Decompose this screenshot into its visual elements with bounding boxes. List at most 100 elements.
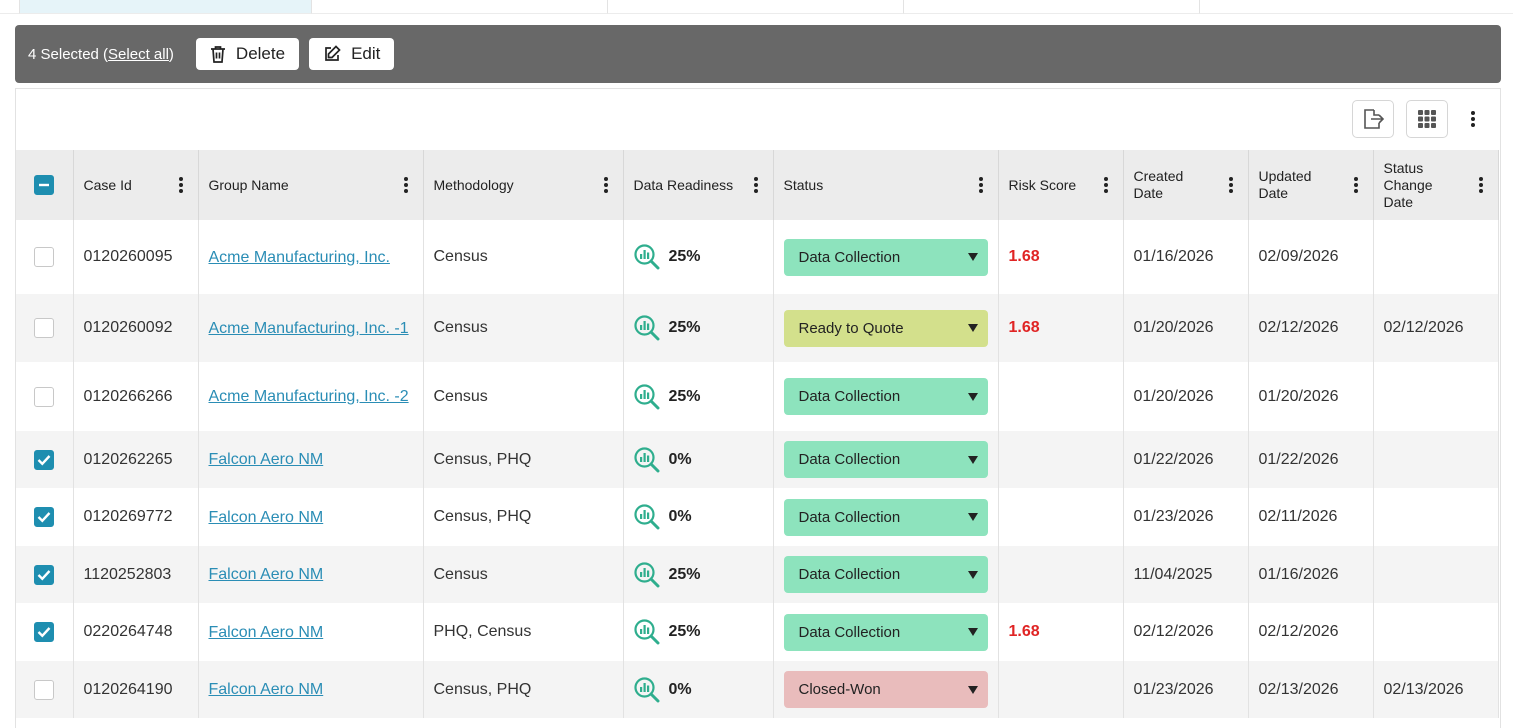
status-dropdown[interactable]: Data Collection	[783, 556, 988, 593]
tab[interactable]	[608, 0, 904, 14]
table-row[interactable]: 0120266266 Acme Manufacturing, Inc. -2 Cen…	[16, 362, 1499, 431]
column-menu-icon[interactable]	[1224, 176, 1238, 194]
status-dropdown[interactable]: Data Collection	[783, 441, 988, 478]
row-checkbox[interactable]	[34, 564, 55, 585]
status-cell: Closed-Won	[773, 661, 999, 718]
methodology: Census	[423, 220, 624, 294]
columns-button[interactable]	[1406, 100, 1448, 138]
readiness-search-icon	[633, 619, 659, 645]
status-dropdown[interactable]: Data Collection	[783, 238, 988, 276]
column-header-data-readiness[interactable]: Data Readiness	[623, 150, 774, 220]
risk-score	[998, 661, 1124, 718]
row-checkbox[interactable]	[34, 622, 55, 642]
select-all-link[interactable]: Select all	[108, 46, 169, 63]
column-header-status-change-date[interactable]: Status Change Date	[1373, 150, 1499, 220]
risk-score: 1.68	[998, 220, 1124, 294]
table-row[interactable]: 0120262265 Falcon Aero NM Census, PHQ 0% Dat…	[16, 431, 1499, 488]
created-date: 11/04/2025	[1123, 546, 1249, 603]
caret-down-icon	[967, 628, 978, 636]
group-name-link[interactable]: Falcon Aero NM	[209, 451, 324, 468]
readiness-search-icon	[633, 244, 659, 270]
risk-score-value: 1.68	[1008, 248, 1040, 265]
status-value: Data Collection	[798, 623, 901, 641]
column-header-case-id[interactable]: Case Id	[73, 150, 199, 220]
delete-button[interactable]: Delete	[195, 38, 300, 70]
case-id: 0120260092	[73, 294, 199, 362]
readiness-search-icon	[633, 676, 659, 702]
group-name-link[interactable]: Falcon Aero NM	[209, 681, 324, 698]
row-select-cell	[16, 294, 74, 362]
column-menu-icon[interactable]	[399, 176, 413, 194]
row-checkbox[interactable]	[34, 318, 55, 338]
select-all-checkbox[interactable]	[34, 175, 55, 195]
status-value: Data Collection	[798, 566, 901, 583]
export-button[interactable]	[1352, 100, 1394, 138]
updated-date: 01/22/2026	[1248, 431, 1374, 488]
updated-date: 02/13/2026	[1248, 661, 1374, 718]
row-checkbox[interactable]	[34, 247, 55, 267]
table-row[interactable]: 0120260095 Acme Manufacturing, Inc. Census…	[16, 220, 1499, 294]
column-menu-icon[interactable]	[1349, 176, 1363, 194]
edit-button[interactable]: Edit	[309, 38, 395, 70]
column-menu-icon[interactable]	[1474, 176, 1488, 194]
data-readiness-cell: 25%	[623, 603, 774, 661]
column-menu-icon[interactable]	[599, 176, 613, 194]
column-header-updated-date[interactable]: Updated Date	[1248, 150, 1374, 220]
column-header-group-name[interactable]: Group Name	[198, 150, 424, 220]
caret-down-icon	[967, 253, 978, 261]
status-dropdown[interactable]: Data Collection	[783, 498, 988, 536]
group-name-link[interactable]: Falcon Aero NM	[209, 566, 324, 583]
group-name-link[interactable]: Acme Manufacturing, Inc.	[209, 249, 390, 266]
methodology: Census, PHQ	[423, 661, 624, 718]
status-change-date: 02/12/2026	[1373, 294, 1499, 362]
group-name-link[interactable]: Falcon Aero NM	[209, 509, 324, 526]
row-checkbox[interactable]	[34, 449, 55, 470]
group-name-cell: Falcon Aero NM	[198, 488, 424, 546]
row-select-cell	[16, 220, 74, 294]
tab[interactable]	[312, 0, 608, 14]
table-row[interactable]: 1120252803 Falcon Aero NM Census 25% Data Co…	[16, 546, 1499, 603]
group-name-link[interactable]: Falcon Aero NM	[209, 624, 324, 641]
tab[interactable]	[904, 0, 1200, 14]
readiness-search-icon	[633, 383, 659, 409]
data-readiness-cell: 0%	[623, 488, 774, 546]
edit-icon	[325, 45, 341, 61]
row-checkbox[interactable]	[34, 507, 55, 527]
table-row[interactable]: 0220264748 Falcon Aero NM PHQ, Census 25% Da…	[16, 603, 1499, 661]
row-checkbox[interactable]	[34, 679, 55, 700]
row-select-cell	[16, 603, 74, 661]
more-options-button[interactable]	[1462, 100, 1484, 138]
table-row[interactable]: 0120269772 Falcon Aero NM Census, PHQ 0% Dat…	[16, 488, 1499, 546]
status-dropdown[interactable]: Closed-Won	[783, 671, 988, 708]
status-change-date: 02/13/2026	[1373, 661, 1499, 718]
updated-date: 01/20/2026	[1248, 362, 1374, 431]
status-cell: Data Collection	[773, 220, 999, 294]
status-dropdown[interactable]: Ready to Quote	[783, 309, 988, 347]
group-name-link[interactable]: Acme Manufacturing, Inc. -2	[209, 388, 409, 405]
tab[interactable]	[1200, 0, 1513, 14]
data-readiness-cell: 25%	[623, 294, 774, 362]
column-header-status[interactable]: Status	[773, 150, 999, 220]
risk-score	[998, 431, 1124, 488]
updated-date: 02/11/2026	[1248, 488, 1374, 546]
table-row[interactable]: 0120264190 Falcon Aero NM Census, PHQ 0% Clo…	[16, 661, 1499, 718]
row-checkbox[interactable]	[34, 386, 55, 407]
created-date: 02/12/2026	[1123, 603, 1249, 661]
group-name-link[interactable]: Acme Manufacturing, Inc. -1	[209, 320, 409, 337]
status-change-date	[1373, 431, 1499, 488]
column-header-methodology[interactable]: Methodology	[423, 150, 624, 220]
check-icon	[37, 512, 51, 523]
column-menu-icon[interactable]	[1099, 176, 1113, 194]
tab-active[interactable]	[20, 0, 312, 14]
column-menu-icon[interactable]	[749, 176, 763, 194]
status-dropdown[interactable]: Data Collection	[783, 613, 988, 651]
status-dropdown[interactable]: Data Collection	[783, 378, 988, 415]
table-row[interactable]: 0120260092 Acme Manufacturing, Inc. -1 Cen…	[16, 294, 1499, 362]
column-menu-icon[interactable]	[174, 176, 188, 194]
column-header-risk-score[interactable]: Risk Score	[998, 150, 1124, 220]
column-header-created-date[interactable]: Created Date	[1123, 150, 1249, 220]
risk-score	[998, 362, 1124, 431]
column-menu-icon[interactable]	[974, 176, 988, 194]
check-icon	[37, 454, 51, 466]
kebab-icon	[1466, 110, 1480, 128]
